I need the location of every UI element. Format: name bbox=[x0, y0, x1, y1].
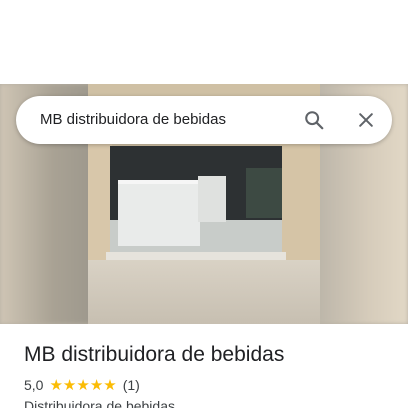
ground bbox=[88, 260, 320, 324]
rating-value: 5,0 bbox=[24, 377, 44, 393]
doorstep bbox=[106, 252, 286, 260]
star-icon: ★ bbox=[49, 376, 63, 394]
rating-row[interactable]: 5,0 ★ ★ ★ ★ ★ (1) bbox=[24, 376, 140, 394]
star-icon: ★ bbox=[103, 376, 117, 394]
freezer bbox=[118, 180, 200, 246]
review-count[interactable]: (1) bbox=[123, 377, 140, 393]
star-rating: ★ ★ ★ ★ ★ bbox=[49, 376, 116, 394]
place-category: Distribuidora de bebidas bbox=[24, 398, 175, 408]
star-icon: ★ bbox=[62, 376, 77, 394]
place-title: MB distribuidora de bebidas bbox=[24, 343, 285, 366]
search-input[interactable]: MB distribuidora de bebidas bbox=[40, 96, 226, 144]
freezer-small bbox=[198, 176, 226, 222]
star-icon: ★ bbox=[89, 376, 104, 394]
close-icon[interactable] bbox=[354, 108, 378, 132]
shelf bbox=[246, 168, 282, 218]
star-icon: ★ bbox=[76, 376, 90, 394]
search-icon[interactable] bbox=[302, 108, 326, 132]
search-bar[interactable]: MB distribuidora de bebidas bbox=[16, 96, 392, 144]
